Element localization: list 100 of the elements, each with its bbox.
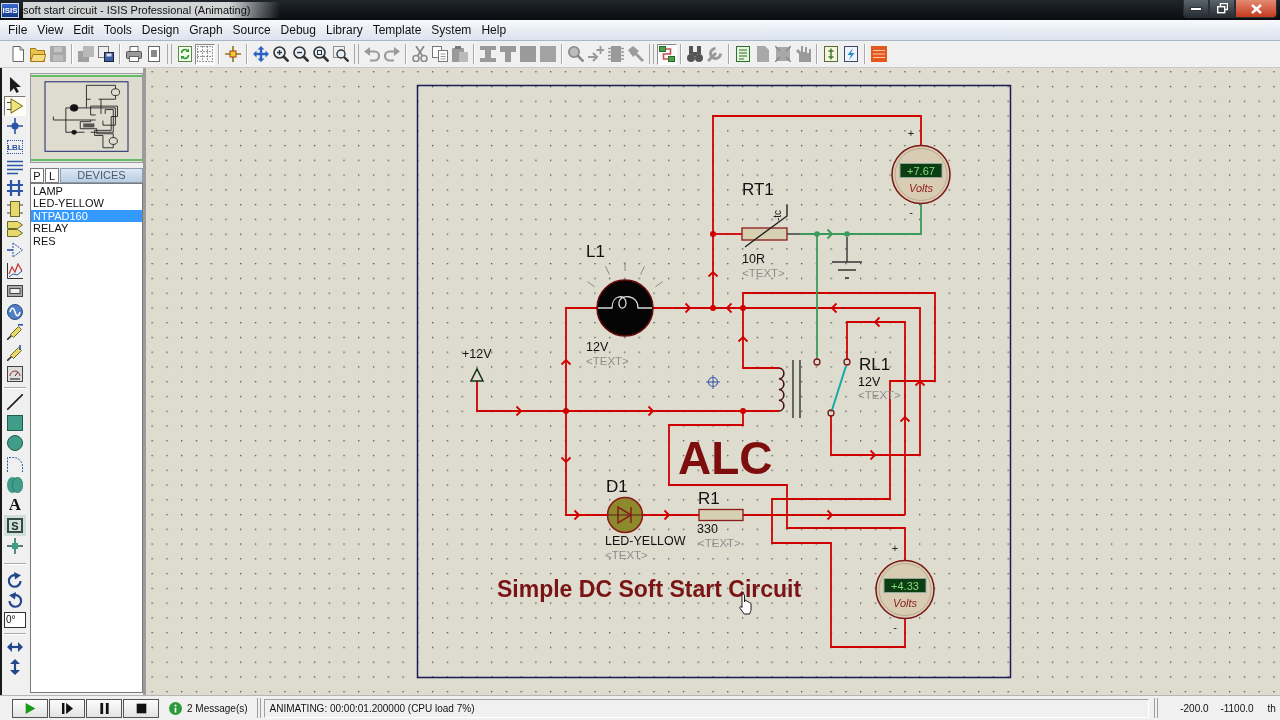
device-list-item[interactable]: RES	[31, 234, 142, 247]
stop-icon	[135, 702, 147, 714]
list-document-icon[interactable]	[735, 46, 751, 62]
probe-icon	[7, 324, 23, 341]
restore-icon	[1216, 3, 1228, 14]
menu-item[interactable]: Library	[320, 22, 368, 38]
menu-item[interactable]: Help	[476, 22, 512, 38]
panel-button[interactable]: L	[45, 168, 59, 183]
chip-icon	[7, 200, 23, 217]
units-readout: th	[1267, 702, 1276, 714]
document-icon[interactable]	[823, 46, 839, 62]
clipboard-icon[interactable]	[452, 46, 468, 62]
instrument-mode-button[interactable]	[4, 363, 26, 384]
close-icon	[1250, 3, 1262, 14]
text-lines-icon	[7, 159, 23, 176]
grid-icon	[197, 46, 213, 62]
page-icon[interactable]	[10, 46, 26, 62]
square-cross-icon	[7, 538, 23, 555]
document-disk-icon[interactable]	[98, 46, 114, 62]
step-button[interactable]	[49, 698, 85, 718]
rotate-clockwise-icon[interactable]	[7, 571, 23, 588]
line-icon	[7, 394, 23, 411]
menu-item[interactable]: View	[32, 22, 69, 38]
zoom-in-icon[interactable]	[273, 46, 289, 62]
marker-mode-button[interactable]	[4, 536, 26, 557]
dashed-triangle-icon	[7, 242, 23, 259]
menu-item[interactable]: Source	[227, 22, 276, 38]
binoculars-icon[interactable]	[687, 46, 703, 62]
line-mode-button[interactable]	[4, 391, 26, 413]
messages-link[interactable]: 2 Message(s)	[187, 702, 248, 714]
pause-icon	[98, 702, 110, 714]
box-mode-button[interactable]	[4, 412, 26, 434]
pointer-icon	[7, 77, 23, 94]
lightning-document-icon[interactable]	[843, 46, 859, 62]
circle-mode-button[interactable]	[4, 433, 26, 454]
menu-item[interactable]: Graph	[184, 22, 228, 38]
linked-boxes-icon	[659, 46, 675, 62]
probe-icon	[7, 345, 23, 361]
printer-icon[interactable]	[126, 46, 142, 62]
move-arrows-icon[interactable]	[253, 46, 269, 62]
rotation-angle-field[interactable]: 0°	[4, 611, 26, 628]
generator-mode-button[interactable]	[4, 301, 26, 323]
meter-icon	[7, 365, 23, 382]
zoom-out-icon[interactable]	[293, 46, 309, 62]
play-icon	[24, 702, 36, 714]
stop-button[interactable]	[123, 698, 159, 718]
wire-autorouter-toggle-button[interactable]	[657, 43, 677, 65]
bus-mode-button[interactable]	[4, 177, 26, 199]
folder-icon[interactable]	[30, 46, 46, 62]
copy-icon[interactable]	[432, 46, 448, 62]
text-mode-button[interactable]: A	[4, 494, 26, 516]
symbol-mode-button[interactable]: S	[4, 515, 26, 537]
panel-button[interactable]: P	[30, 168, 44, 183]
graph-icon	[7, 262, 23, 279]
menu-item[interactable]: Design	[136, 22, 185, 38]
menu-item[interactable]: File	[3, 22, 33, 38]
device-list-item[interactable]: RELAY	[31, 222, 142, 235]
crosshair-icon[interactable]	[225, 46, 241, 62]
path-mode-button[interactable]	[4, 474, 26, 495]
menu-item[interactable]: Debug	[275, 22, 321, 38]
info-icon	[169, 701, 182, 715]
device-list-item[interactable]: LAMP	[31, 185, 142, 198]
minimize-icon	[1190, 6, 1202, 11]
menu-item[interactable]: Template	[367, 22, 427, 38]
tags-icon	[7, 221, 23, 238]
graph-mode-button[interactable]	[4, 260, 26, 281]
voltage-probe-mode-button[interactable]	[4, 322, 26, 343]
window-title: soft start circuit - ISIS Professional (Animating)	[23, 2, 281, 18]
refresh-icon[interactable]	[177, 46, 193, 62]
page-icon[interactable]	[146, 46, 162, 62]
frame-icon[interactable]	[775, 46, 791, 62]
pause-button[interactable]	[86, 698, 122, 718]
subcircuit-mode-button[interactable]	[4, 198, 26, 220]
app-logo: ISIS	[1, 2, 19, 18]
square-icon	[7, 414, 23, 431]
coordinate-readout: -1100.0	[1219, 702, 1254, 714]
restore-button[interactable]	[1209, 0, 1235, 18]
label-mode-button[interactable]: LBL	[4, 136, 26, 158]
zoom-fit-icon[interactable]	[313, 46, 329, 62]
striped-tile-icon[interactable]	[871, 46, 887, 62]
junction-mode-button[interactable]	[4, 116, 26, 137]
devices-header: DEVICES	[60, 168, 143, 183]
play-button[interactable]	[12, 698, 48, 718]
terminal-mode-button[interactable]	[4, 219, 26, 240]
grid-toggle-button[interactable]	[195, 43, 215, 65]
coordinate-readout: -200.0	[1179, 702, 1209, 714]
device-list-item[interactable]: LED-YELLOW	[31, 197, 142, 210]
menu-item[interactable]: Edit	[68, 22, 99, 38]
search-icon[interactable]	[568, 46, 584, 62]
cassette-icon	[7, 283, 23, 300]
menu-item[interactable]: Tools	[98, 22, 137, 38]
minimize-button[interactable]	[1183, 0, 1209, 18]
arc-icon	[7, 456, 23, 472]
component-mode-button[interactable]	[4, 95, 26, 117]
close-button[interactable]	[1235, 0, 1277, 18]
overlapping-circles-icon	[7, 476, 23, 493]
scissors-icon[interactable]	[412, 46, 428, 62]
rotate-anticlockwise-icon[interactable]	[7, 592, 23, 609]
menu-item[interactable]: System	[426, 22, 477, 38]
zoom-area-icon[interactable]	[333, 46, 349, 62]
